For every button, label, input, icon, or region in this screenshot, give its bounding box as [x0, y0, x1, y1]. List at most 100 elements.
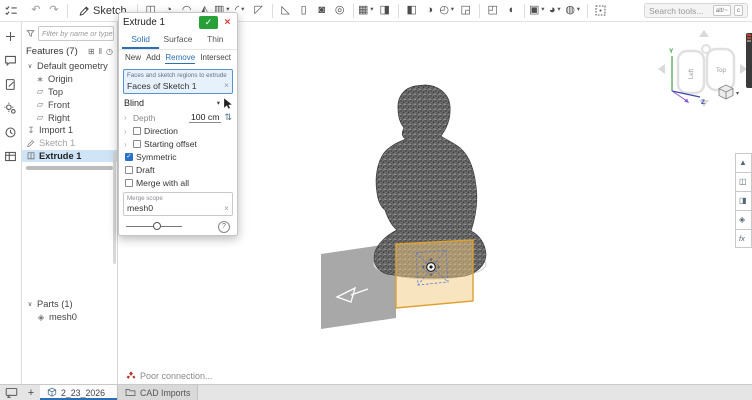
feature-tree-item-origin[interactable]: ∗ Origin: [22, 73, 117, 86]
tool-search[interactable]: Search tools... alt/~ c: [644, 3, 748, 18]
folder-icon: [125, 388, 136, 397]
view-menu-button[interactable]: ▾: [718, 84, 739, 100]
linear-pattern-button[interactable]: ▦ ▾: [358, 2, 376, 20]
appearance-button[interactable]: ◈: [735, 210, 752, 229]
feature-filter-input[interactable]: Filter by name or type: [38, 26, 114, 41]
comments-panel-button[interactable]: [3, 53, 18, 68]
feature-tree-item-import-1[interactable]: ↧ Import 1: [22, 124, 117, 137]
rollback-bar[interactable]: [26, 166, 113, 171]
viewcube-top-label: Top: [716, 67, 727, 74]
document-tab-cad-imports[interactable]: CAD Imports: [118, 385, 199, 400]
viewcube-corner[interactable]: [701, 44, 711, 54]
clear-selection-icon[interactable]: ×: [224, 81, 229, 90]
shell-icon: ◙: [318, 4, 325, 16]
rib-button[interactable]: ▯: [295, 2, 313, 20]
document-tab-label: 2_23_2026: [61, 387, 106, 398]
clear-merge-scope-icon[interactable]: ×: [224, 204, 229, 213]
rollback-icon[interactable]: ◷: [106, 47, 113, 56]
panel-scrollbar[interactable]: [113, 152, 116, 264]
merge-with-all-checkbox[interactable]: [125, 179, 133, 187]
feature-tree-item-sketch-1[interactable]: Sketch 1: [22, 137, 117, 150]
confirm-button[interactable]: ✓: [199, 16, 218, 29]
starting-offset-checkbox[interactable]: [133, 140, 141, 148]
modify-fillet-button[interactable]: ◴ ▾: [439, 2, 457, 20]
tab-surface[interactable]: Surface: [159, 32, 196, 49]
feature-tree-item-front[interactable]: ▱ Front: [22, 98, 117, 111]
mode-intersect[interactable]: Intersect: [200, 53, 231, 64]
symmetric-checkbox[interactable]: ✓: [125, 153, 133, 161]
row-direction: › Direction: [119, 125, 237, 138]
suppress-icon[interactable]: ‖: [99, 47, 102, 56]
checkbox-label: Direction: [144, 126, 178, 136]
parts-header[interactable]: ∨ Parts (1): [22, 298, 117, 311]
screencast-icon[interactable]: [0, 385, 22, 400]
move-face-button[interactable]: ◰: [484, 2, 502, 20]
mirror-button[interactable]: ◨: [376, 2, 394, 20]
edit-document-panel-button[interactable]: [3, 77, 18, 92]
select-cursor-icon[interactable]: [223, 97, 232, 109]
feature-tree-item-default-geometry[interactable]: ∨ Default geometry: [22, 60, 117, 73]
chevron-down-icon[interactable]: ∨: [26, 62, 34, 70]
draft-button[interactable]: ◺: [277, 2, 295, 20]
checkbox-label: Merge with all: [136, 178, 190, 188]
feature-tree-item-right[interactable]: ▱ Right: [22, 111, 117, 124]
versions-panel-button[interactable]: [3, 125, 18, 140]
toolbar-separator: [478, 3, 480, 18]
part-item-mesh0[interactable]: ◈ mesh0: [22, 311, 117, 324]
datum-panel-button[interactable]: [3, 29, 18, 44]
chamfer-button[interactable]: ◸: [250, 2, 268, 20]
feature-tree-item-extrude-1[interactable]: ◫ Extrude 1: [22, 149, 117, 163]
view-cube[interactable]: Left Top Y Z: [658, 30, 747, 107]
isolate-button[interactable]: ▲: [735, 153, 752, 172]
clipped-panel-mark: [747, 40, 751, 42]
preview-slider-handle[interactable]: [152, 222, 161, 230]
tab-solid[interactable]: Solid: [122, 32, 160, 49]
new-tab-button[interactable]: +: [22, 385, 40, 400]
expander-icon[interactable]: ›: [124, 127, 130, 136]
fx-variables-button[interactable]: fx: [735, 229, 752, 248]
view-tools-rail: ▲ ◫ ◨ ◈ fx: [735, 153, 752, 248]
flip-direction-icon[interactable]: ⇅: [224, 113, 232, 122]
redo-button[interactable]: ↷: [45, 2, 63, 20]
expander-icon[interactable]: ›: [124, 113, 130, 122]
tables-panel-button[interactable]: [3, 149, 18, 164]
named-views-button[interactable]: ◫: [735, 172, 752, 191]
cancel-button[interactable]: ×: [222, 17, 233, 28]
tag-button[interactable]: ◍ ▾: [565, 2, 583, 20]
selection-field[interactable]: Faces and sketch regions to extrude Face…: [123, 69, 233, 94]
mode-new[interactable]: New: [125, 53, 141, 64]
chevron-down-icon[interactable]: ▾: [217, 99, 220, 107]
display-states-button[interactable]: ◨: [735, 191, 752, 210]
expander-icon[interactable]: ›: [124, 140, 130, 149]
configurations-panel-button[interactable]: [3, 101, 18, 116]
boolean-button[interactable]: ◧: [403, 2, 421, 20]
depth-input[interactable]: 100 cm: [188, 112, 222, 123]
document-tab-2_23_2026[interactable]: 2_23_2026: [40, 385, 118, 400]
help-button[interactable]: ?: [218, 220, 230, 233]
onshape-window: { "colors": { "accent_blue": "#2b6fb5", …: [0, 0, 752, 400]
hole-button[interactable]: ◎: [331, 2, 349, 20]
measure-button[interactable]: ◕ ▾: [547, 2, 565, 20]
feature-tree-item-top[interactable]: ▱ Top: [22, 86, 117, 99]
shell-button[interactable]: ◙: [313, 2, 331, 20]
feature-list-icon[interactable]: [2, 2, 20, 20]
direction-checkbox[interactable]: [133, 127, 141, 135]
draft-checkbox[interactable]: [125, 166, 133, 174]
rotate-left-arrow[interactable]: [658, 64, 665, 74]
plane-tool-button[interactable]: ▣ ▾: [529, 2, 547, 20]
split-button[interactable]: ◑: [421, 2, 439, 20]
tab-thin[interactable]: Thin: [197, 32, 234, 49]
draft-icon: ◺: [281, 4, 290, 16]
sketch-plane[interactable]: [395, 239, 474, 309]
delete-face-button[interactable]: ◲: [457, 2, 475, 20]
end-condition-select[interactable]: Blind: [124, 98, 144, 108]
offset-surface-button[interactable]: ◖: [502, 2, 520, 20]
merge-scope-field[interactable]: Merge scope mesh0 ×: [123, 191, 233, 216]
undo-button[interactable]: ↶: [27, 2, 45, 20]
mode-add[interactable]: Add: [146, 53, 160, 64]
mode-remove[interactable]: Remove: [165, 53, 196, 64]
select-region-button[interactable]: [592, 2, 610, 20]
preview-slider[interactable]: [126, 222, 182, 230]
rotate-up-arrow[interactable]: [699, 30, 709, 37]
add-folder-icon[interactable]: ⊞: [88, 47, 95, 56]
